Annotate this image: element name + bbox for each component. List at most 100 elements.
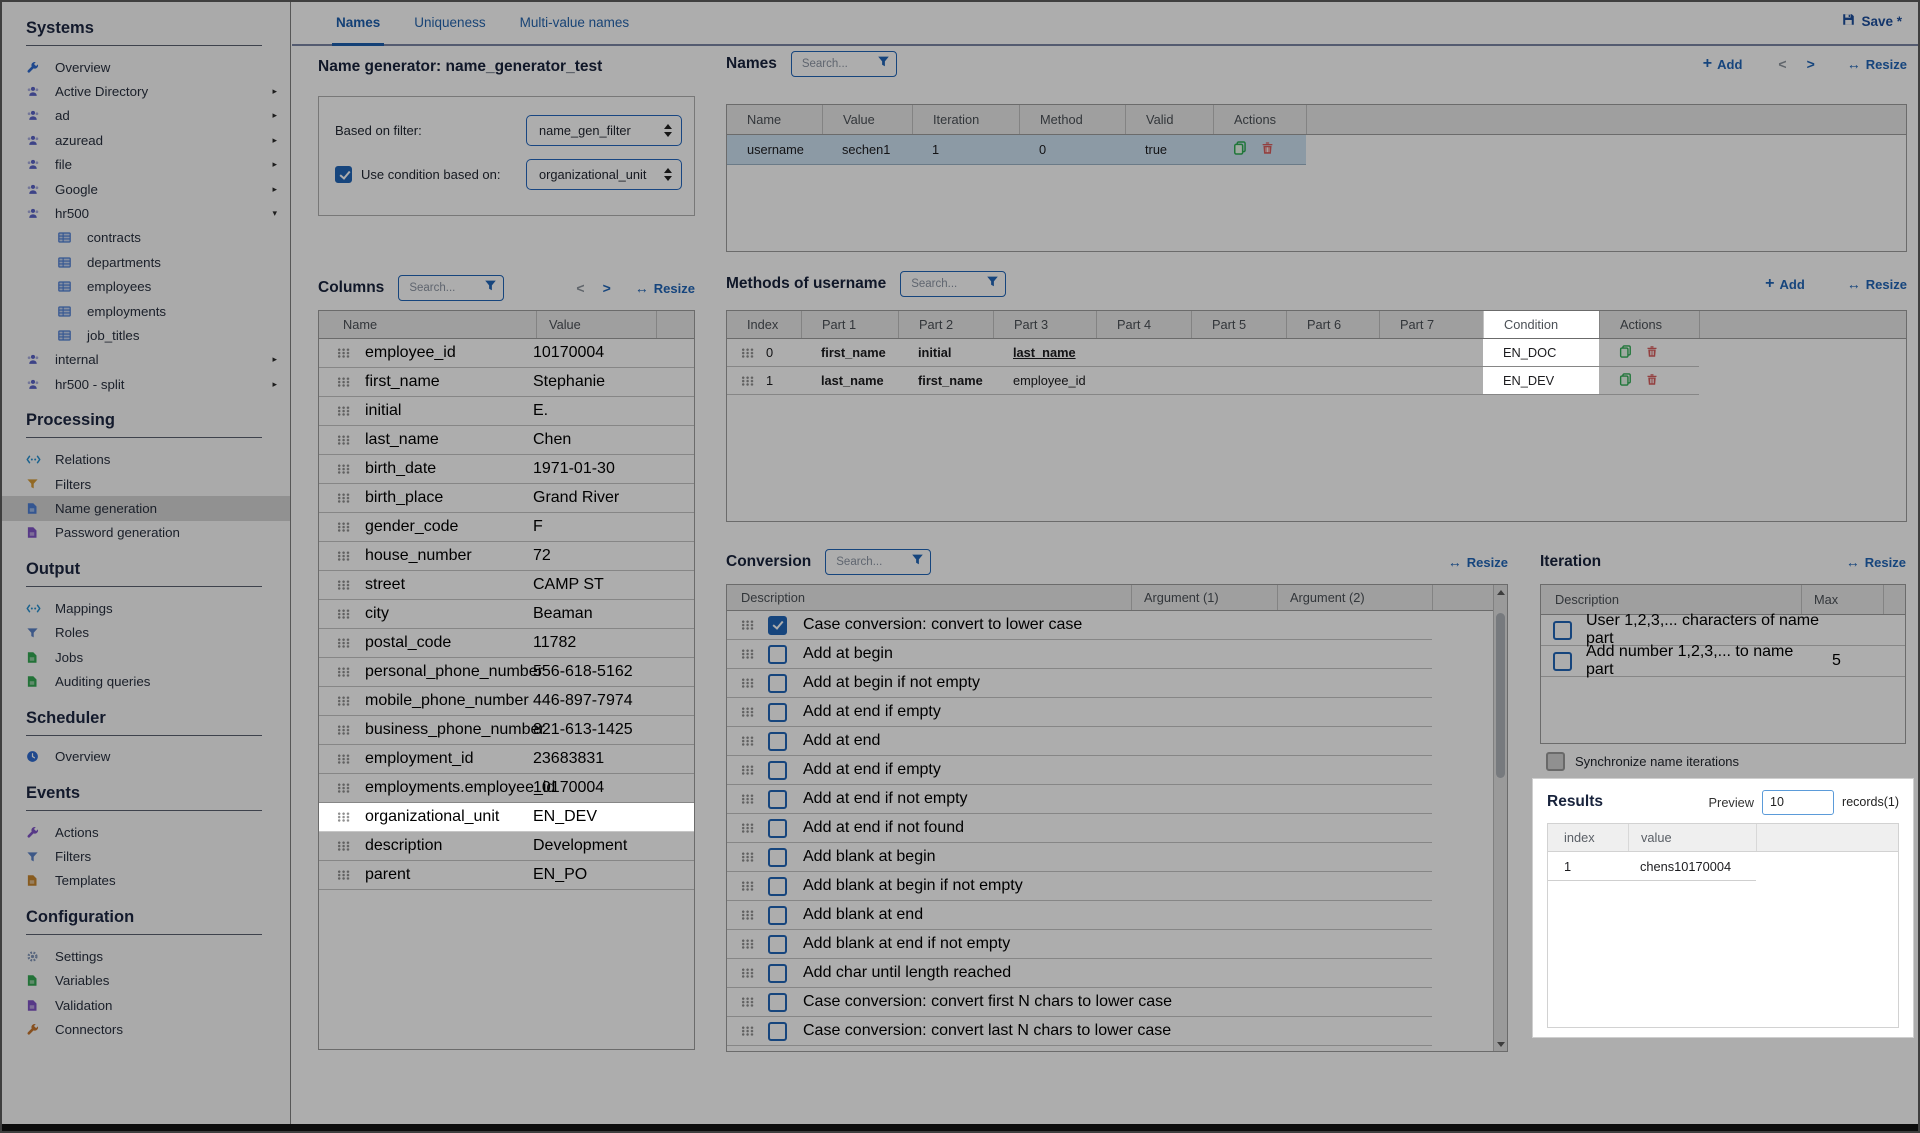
tab-multi-value-names[interactable]: Multi-value names (516, 2, 634, 46)
trash-icon[interactable] (1261, 141, 1274, 158)
copy-icon[interactable] (1233, 141, 1247, 158)
drag-handle-icon[interactable] (337, 464, 350, 474)
sidebar-item[interactable]: departments (2, 250, 290, 274)
copy-icon[interactable] (1619, 373, 1632, 389)
methods-search-input[interactable] (909, 277, 986, 291)
conversion-checkbox[interactable] (768, 732, 787, 751)
conversion-checkbox[interactable] (768, 674, 787, 693)
conversion-checkbox[interactable] (768, 1051, 787, 1052)
tab-uniqueness[interactable]: Uniqueness (410, 2, 489, 46)
names-search[interactable] (791, 51, 897, 77)
conversion-checkbox[interactable] (768, 964, 787, 983)
column-row[interactable]: house_number 72 (319, 542, 694, 571)
sidebar-item[interactable]: Active Directory ▸ (2, 79, 290, 103)
column-row[interactable]: employments.employee_id 10170004 (319, 774, 694, 803)
drag-handle-icon[interactable] (741, 678, 754, 688)
drag-handle-icon[interactable] (741, 794, 754, 804)
conversion-row[interactable]: Add at end if not empty (727, 785, 1432, 814)
sidebar-item[interactable]: Templates (2, 869, 290, 893)
iteration-resize-button[interactable]: ↔Resize (1846, 554, 1906, 570)
conversion-row[interactable]: Add at begin (727, 640, 1432, 669)
sidebar-item[interactable]: Relations (2, 447, 290, 471)
conversion-search[interactable] (825, 549, 931, 575)
preview-input[interactable] (1762, 790, 1834, 815)
drag-handle-icon[interactable] (741, 881, 754, 891)
conversion-row[interactable]: Add blank at begin if not empty (727, 872, 1432, 901)
conversion-scrollbar[interactable] (1493, 585, 1507, 1051)
drag-handle-icon[interactable] (337, 841, 350, 851)
use-condition-checkbox[interactable] (335, 166, 352, 183)
drag-handle-icon[interactable] (337, 609, 350, 619)
conversion-row[interactable]: Add blank at end if not empty (727, 930, 1432, 959)
column-row[interactable]: parent EN_PO (319, 861, 694, 890)
sidebar-item[interactable]: hr500 ▾ (2, 201, 290, 225)
condition-select[interactable]: organizational_unit (526, 159, 682, 190)
conversion-row[interactable]: Add at end if empty (727, 756, 1432, 785)
trash-icon[interactable] (1646, 345, 1658, 361)
sidebar-item[interactable]: file ▸ (2, 153, 290, 177)
conversion-checkbox[interactable] (768, 703, 787, 722)
conversion-checkbox[interactable] (768, 1022, 787, 1041)
conversion-row[interactable]: Add at end (727, 727, 1432, 756)
column-row[interactable]: personal_phone_number 556-618-5162 (319, 658, 694, 687)
iteration-row[interactable]: User 1,2,3,... characters of name part (1541, 615, 1905, 646)
conversion-row[interactable] (727, 1046, 1432, 1051)
conversion-row[interactable]: Add at begin if not empty (727, 669, 1432, 698)
columns-prev-page-button[interactable]: < (574, 280, 586, 296)
drag-handle-icon[interactable] (741, 1026, 754, 1036)
column-row[interactable]: street CAMP ST (319, 571, 694, 600)
column-row[interactable]: city Beaman (319, 600, 694, 629)
column-row[interactable]: birth_date 1971-01-30 (319, 455, 694, 484)
column-row[interactable]: postal_code 11782 (319, 629, 694, 658)
columns-resize-button[interactable]: ↔Resize (635, 280, 695, 296)
sidebar-item[interactable]: contracts (2, 226, 290, 250)
result-row[interactable]: 1 chens10170004 (1548, 852, 1898, 880)
column-row[interactable]: first_name Stephanie (319, 368, 694, 397)
conversion-search-input[interactable] (834, 555, 911, 569)
sidebar-item[interactable]: Overview (2, 55, 290, 79)
drag-handle-icon[interactable] (337, 725, 350, 735)
scroll-up-icon[interactable] (1494, 585, 1507, 599)
column-row[interactable]: organizational_unit EN_DEV (319, 803, 694, 832)
sidebar-item[interactable]: Google ▸ (2, 177, 290, 201)
sidebar-item[interactable]: Filters (2, 844, 290, 868)
sidebar-item[interactable]: Name generation (2, 496, 290, 520)
column-row[interactable]: mobile_phone_number 446-897-7974 (319, 687, 694, 716)
columns-search-input[interactable] (407, 281, 484, 295)
names-next-page-button[interactable]: > (1805, 56, 1817, 72)
drag-handle-icon[interactable] (337, 696, 350, 706)
drag-handle-icon[interactable] (741, 939, 754, 949)
columns-next-page-button[interactable]: > (601, 280, 613, 296)
column-row[interactable]: business_phone_number 821-613-1425 (319, 716, 694, 745)
conversion-checkbox[interactable] (768, 993, 787, 1012)
columns-search[interactable] (398, 275, 504, 301)
drag-handle-icon[interactable] (337, 580, 350, 590)
drag-handle-icon[interactable] (337, 406, 350, 416)
column-row[interactable]: description Development (319, 832, 694, 861)
conversion-row[interactable]: Case conversion: convert to lower case (727, 611, 1432, 640)
drag-handle-icon[interactable] (741, 910, 754, 920)
drag-handle-icon[interactable] (337, 783, 350, 793)
drag-handle-icon[interactable] (741, 707, 754, 717)
save-button[interactable]: Save * (1842, 13, 1902, 29)
names-search-input[interactable] (800, 57, 877, 71)
sidebar-item[interactable]: Password generation (2, 521, 290, 545)
conversion-row[interactable]: Add blank at end (727, 901, 1432, 930)
column-row[interactable]: initial E. (319, 397, 694, 426)
tab-names[interactable]: Names (332, 2, 384, 46)
scroll-down-icon[interactable] (1494, 1037, 1507, 1051)
names-add-button[interactable]: +Add (1703, 55, 1743, 73)
iteration-row[interactable]: Add number 1,2,3,... to name part 5 (1541, 646, 1905, 677)
drag-handle-icon[interactable] (741, 348, 754, 358)
conversion-checkbox[interactable] (768, 616, 787, 635)
drag-handle-icon[interactable] (741, 997, 754, 1007)
sidebar-item[interactable]: Jobs (2, 645, 290, 669)
drag-handle-icon[interactable] (337, 348, 350, 358)
sidebar-item[interactable]: Roles (2, 620, 290, 644)
synchronize-checkbox[interactable] (1546, 752, 1565, 771)
drag-handle-icon[interactable] (741, 823, 754, 833)
drag-handle-icon[interactable] (337, 551, 350, 561)
drag-handle-icon[interactable] (337, 522, 350, 532)
sidebar-item[interactable]: employments (2, 299, 290, 323)
names-table-row-selected[interactable]: username sechen1 1 0 true (727, 135, 1306, 165)
